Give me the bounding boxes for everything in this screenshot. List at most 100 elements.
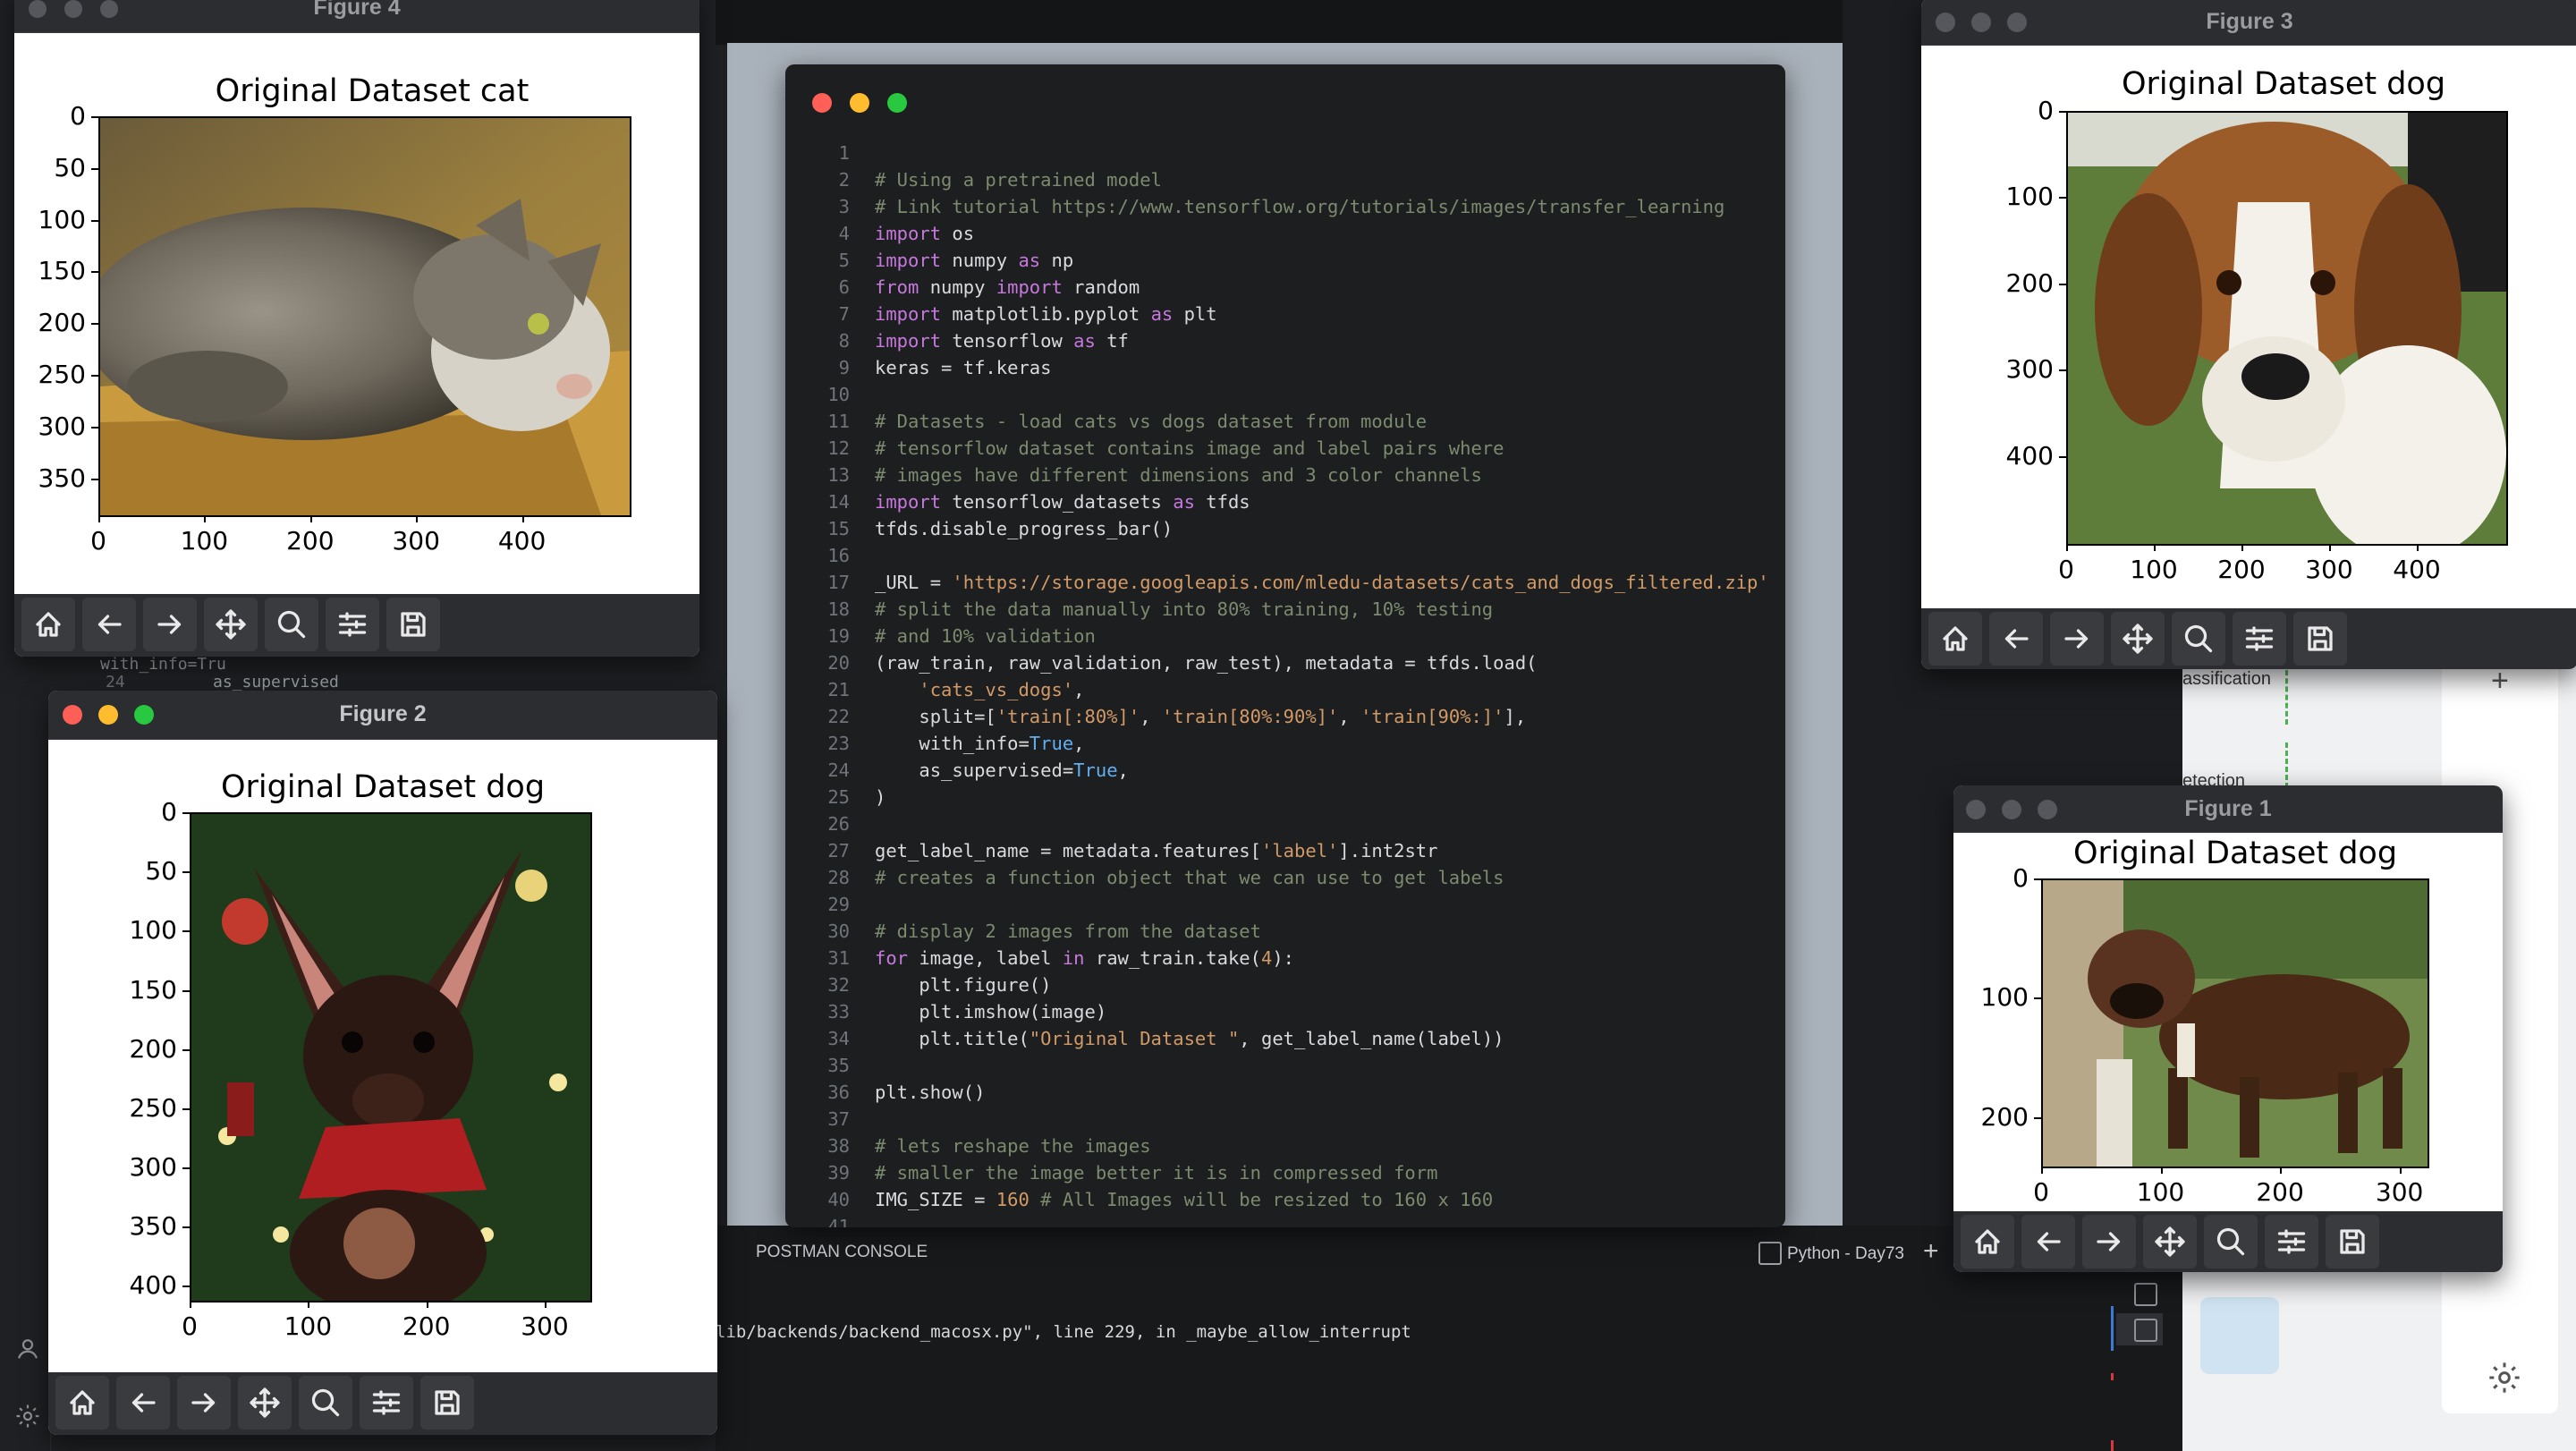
panel-label-classification: assification: [2182, 669, 2271, 689]
line-text: for image, label in raw_train.take(4):: [875, 947, 1295, 969]
line-number: 39: [827, 1162, 850, 1184]
code-line: 32 plt.figure(): [785, 972, 1785, 998]
line-text: # display 2 images from the dataset: [875, 921, 1261, 942]
forward-arrow-button[interactable]: [143, 598, 197, 651]
window-titlebar[interactable]: Figure 3: [1921, 0, 2576, 46]
y-tick-label: 250: [38, 360, 86, 390]
terminal-list-icon[interactable]: [2134, 1283, 2157, 1306]
window-titlebar[interactable]: Figure 4: [14, 0, 699, 33]
sliders-button[interactable]: [2233, 612, 2286, 666]
home-button[interactable]: [1928, 612, 1982, 666]
add-terminal-icon[interactable]: +: [1923, 1236, 1939, 1267]
line-number: 10: [827, 384, 850, 405]
figure-3-window[interactable]: Figure 3 Original Dataset dog 0 100 200 300…: [1921, 0, 2576, 669]
x-tick-mark: [204, 515, 207, 522]
code-line: 25): [785, 784, 1785, 810]
line-text: _URL = 'https://storage.googleapis.com/m…: [875, 572, 1769, 593]
zoom-button[interactable]: [2172, 612, 2225, 666]
home-button[interactable]: [55, 1376, 109, 1430]
code-line: 29: [785, 891, 1785, 918]
settings-gear-icon[interactable]: [14, 1403, 39, 1428]
zoom-icon: [2184, 624, 2213, 653]
y-tick-label: 150: [38, 256, 86, 286]
home-button[interactable]: [21, 598, 75, 651]
save-button[interactable]: [386, 598, 440, 651]
boxer-image: [2043, 880, 2428, 1167]
home-button[interactable]: [1961, 1215, 2014, 1269]
code-line: 40 IMG_SIZE = 160 # All Images will be re…: [785, 1186, 1785, 1213]
line-number: 5: [838, 250, 850, 271]
pan-button[interactable]: [2111, 612, 2165, 666]
y-tick-mark: [91, 271, 98, 274]
figure-2-window[interactable]: Figure 2 Original Dataset dog 0 50 100 150 2…: [48, 691, 717, 1435]
terminal-list-icon[interactable]: [2134, 1319, 2157, 1342]
y-tick-mark: [91, 219, 98, 222]
window-titlebar[interactable]: Figure 1: [1953, 785, 2503, 833]
pan-button[interactable]: [238, 1376, 292, 1430]
x-tick-label: 0: [90, 526, 106, 556]
code-line: 36 plt.show(): [785, 1079, 1785, 1106]
zoom-button[interactable]: [299, 1376, 352, 1430]
y-tick-mark: [91, 478, 98, 480]
sliders-button[interactable]: [326, 598, 379, 651]
x-tick-label: 300: [2375, 1177, 2424, 1207]
code-lines: 1 2 # Using a pretrained model 3 # Link tuto…: [785, 140, 1785, 1227]
sliders-button[interactable]: [360, 1376, 413, 1430]
back-arrow-button[interactable]: [2021, 1215, 2075, 1269]
x-tick-mark: [98, 515, 100, 522]
code-line: 31 for image, label in raw_train.take(4):: [785, 945, 1785, 972]
x-tick-label: 400: [2393, 555, 2441, 584]
tab-postman-console[interactable]: POSTMAN CONSOLE: [756, 1243, 928, 1262]
y-tick-mark: [2034, 997, 2041, 1000]
figure-4-window[interactable]: Figure 4 Original Dataset cat 0 50 100 150 2…: [14, 0, 699, 657]
y-tick-mark: [182, 871, 190, 874]
x-tick-mark: [2066, 544, 2068, 551]
x-tick-label: 100: [2136, 1177, 2185, 1207]
save-button[interactable]: [2326, 1215, 2379, 1269]
y-tick-mark: [2034, 1116, 2041, 1119]
code-line: 9 keras = tf.keras: [785, 354, 1785, 381]
code-line: 1: [785, 140, 1785, 166]
gear-icon[interactable]: [2487, 1360, 2522, 1396]
line-text: # and 10% validation: [875, 625, 1096, 647]
pan-button[interactable]: [2143, 1215, 2197, 1269]
line-text: 'cats_vs_dogs',: [919, 679, 1085, 700]
x-tick-label: 200: [2256, 1177, 2304, 1207]
x-tick-label: 0: [2058, 555, 2074, 584]
line-text: # tensorflow dataset contains image and …: [875, 437, 1504, 459]
line-number: 33: [827, 1001, 850, 1022]
line-text: from numpy import random: [875, 276, 1140, 298]
forward-arrow-button[interactable]: [177, 1376, 231, 1430]
code-line: 28 # creates a function object that we ca…: [785, 864, 1785, 891]
pan-button[interactable]: [204, 598, 258, 651]
zoom-button[interactable]: [2204, 1215, 2258, 1269]
pan-icon: [2123, 624, 2153, 654]
forward-arrow-button[interactable]: [2050, 612, 2104, 666]
figure-1-window[interactable]: Figure 1 Original Dataset dog 0 100 200 0 10…: [1953, 785, 2503, 1272]
window-title: Figure 2: [339, 701, 427, 726]
back-arrow-button[interactable]: [116, 1376, 170, 1430]
pan-icon: [250, 1387, 280, 1418]
save-button[interactable]: [420, 1376, 474, 1430]
back-arrow-button[interactable]: [82, 598, 136, 651]
y-tick-label: 200: [1980, 1101, 2029, 1132]
zoom-button[interactable]: [265, 598, 318, 651]
line-text: # split the data manually into 80% train…: [875, 598, 1494, 620]
save-icon: [401, 612, 426, 637]
panel-thumbnail[interactable]: [2200, 1297, 2279, 1374]
back-arrow-button[interactable]: [1989, 612, 2043, 666]
x-tick-mark: [2280, 1167, 2283, 1174]
line-text: plt.show(): [875, 1082, 986, 1103]
error-marker: [2111, 1373, 2114, 1380]
code-line: 33 plt.imshow(image): [785, 998, 1785, 1025]
account-icon[interactable]: [14, 1335, 39, 1360]
sliders-button[interactable]: [2265, 1215, 2318, 1269]
tab-python-terminal[interactable]: Python - Day73: [1787, 1244, 1904, 1264]
forward-arrow-button[interactable]: [2082, 1215, 2136, 1269]
forward-arrow-icon: [157, 615, 182, 634]
window-titlebar[interactable]: Figure 2: [48, 691, 717, 740]
x-tick-mark: [2417, 544, 2419, 551]
save-button[interactable]: [2293, 612, 2347, 666]
code-line: 35: [785, 1052, 1785, 1079]
line-number: 8: [838, 330, 850, 352]
